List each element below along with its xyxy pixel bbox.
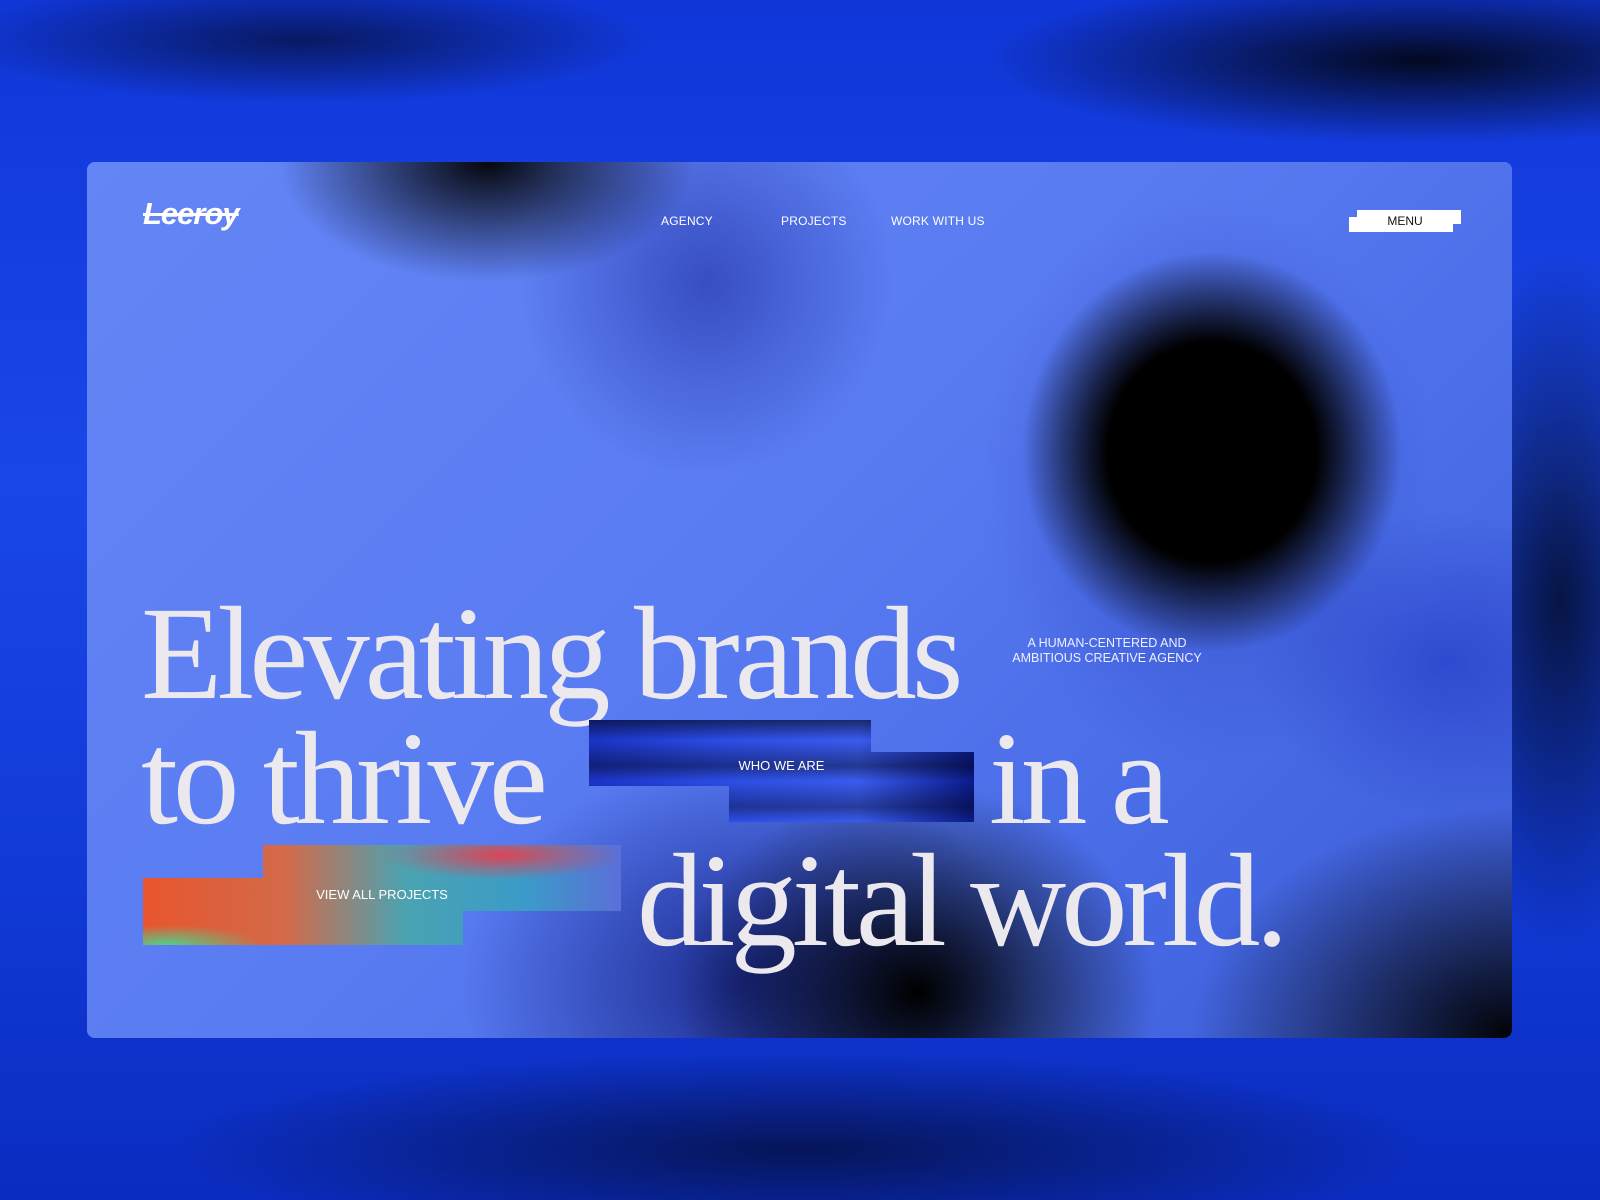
top-navigation: Leeroy AGENCY PROJECTS WORK WITH US MENU: [87, 162, 1512, 282]
hero-headline-line-2: to thrive: [141, 704, 548, 852]
site-logo[interactable]: Leeroy: [143, 196, 240, 232]
hero-headline-line-3: digital world.: [637, 826, 1289, 974]
menu-button-label: MENU: [1387, 214, 1423, 228]
browser-frame: Leeroy AGENCY PROJECTS WORK WITH US MENU…: [87, 162, 1512, 1038]
view-all-projects-button[interactable]: VIEW ALL PROJECTS: [143, 845, 621, 945]
hero-tagline: A HUMAN-CENTERED AND AMBITIOUS CREATIVE …: [1012, 636, 1202, 665]
nav-link-work-with-us[interactable]: WORK WITH US: [891, 214, 985, 228]
menu-button[interactable]: MENU: [1349, 210, 1461, 232]
view-all-projects-label: VIEW ALL PROJECTS: [316, 887, 448, 902]
nav-link-agency[interactable]: AGENCY: [661, 214, 713, 228]
who-we-are-button[interactable]: WHO WE ARE: [589, 720, 974, 822]
hero-headline-line-1: Elevating brands: [141, 579, 963, 727]
who-we-are-label: WHO WE ARE: [738, 758, 825, 773]
nav-link-projects[interactable]: PROJECTS: [781, 214, 847, 228]
